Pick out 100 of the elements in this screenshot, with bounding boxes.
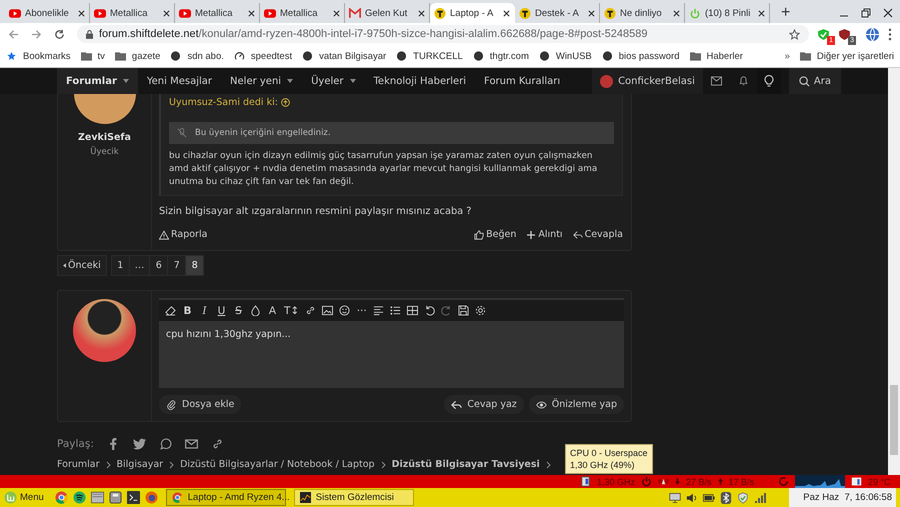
format-button[interactable]: T↕: [284, 304, 300, 316]
browser-tab[interactable]: Laptop - A: [430, 3, 515, 23]
bookmark[interactable]: Diğer yer işaretleri: [800, 50, 894, 62]
table-icon[interactable]: [407, 305, 418, 316]
format-button[interactable]: A: [267, 304, 278, 316]
previous-page-button[interactable]: Önceki: [57, 255, 107, 276]
new-tab-button[interactable]: +: [775, 3, 796, 23]
quote-link[interactable]: Alıntı: [526, 229, 563, 240]
page-button[interactable]: …: [130, 255, 150, 276]
twitter-icon[interactable]: [132, 438, 146, 450]
quote-author[interactable]: Uyumsuz-Sami dedi ki:: [169, 97, 614, 108]
shield-check-icon[interactable]: [737, 492, 750, 504]
system-monitor-graph[interactable]: [795, 475, 846, 488]
terminal-icon[interactable]: [126, 491, 140, 504]
bookmark[interactable]: vatan Bilgisayar: [302, 50, 386, 62]
close-icon[interactable]: [418, 10, 425, 16]
address-field[interactable]: forum.shiftdelete.net/konular/amd-ryzen-4800h-intel-i7-9750h-sizce-hangisi-alalim.662688/page-8#post-5248589: [77, 25, 809, 43]
breadcrumb-link[interactable]: Forumlar: [57, 459, 100, 470]
bookmark[interactable]: gazete: [114, 50, 160, 62]
close-icon[interactable]: [163, 10, 170, 16]
bookmark[interactable]: TURKCELL: [396, 50, 463, 62]
chrome-icon[interactable]: [54, 491, 68, 504]
taskbar-window-button[interactable]: Sistem Gözlemcisi: [294, 489, 414, 506]
firefox-icon[interactable]: [144, 491, 158, 504]
author-name[interactable]: ZevkiSefa: [78, 132, 131, 143]
format-button[interactable]: S: [233, 304, 244, 316]
bookmark[interactable]: WinUSB: [538, 50, 592, 62]
user-menu[interactable]: ConfickerBelasi: [592, 68, 703, 94]
bookmark[interactable]: tv: [80, 50, 105, 62]
eraser-icon[interactable]: [165, 305, 176, 316]
more-button[interactable]: ···: [356, 304, 368, 316]
drop-icon[interactable]: [250, 305, 261, 316]
network-icon[interactable]: [658, 476, 670, 487]
close-icon[interactable]: [78, 10, 85, 16]
volume-icon[interactable]: [686, 492, 698, 504]
nav-tab[interactable]: Forumlar: [57, 68, 138, 94]
format-button[interactable]: I: [199, 304, 210, 316]
drive-icon[interactable]: [108, 491, 122, 504]
back-icon[interactable]: [8, 28, 19, 40]
battery-icon[interactable]: [703, 492, 716, 504]
bookmark[interactable]: sdn abo.: [170, 50, 224, 62]
bookmark[interactable]: speedtest: [234, 50, 292, 62]
reply-input-field[interactable]: cpu hızını 1,30ghz yapın...: [159, 321, 624, 388]
file-manager-icon[interactable]: [90, 491, 104, 504]
music-app-icon[interactable]: [72, 491, 86, 504]
image-icon[interactable]: [322, 305, 334, 316]
preview-button[interactable]: Önizleme yap: [528, 395, 624, 414]
menu-icon[interactable]: [888, 28, 892, 40]
mail-icon[interactable]: [184, 438, 198, 450]
close-icon[interactable]: [883, 8, 893, 18]
forward-icon[interactable]: [31, 28, 42, 40]
power-icon[interactable]: [641, 476, 652, 487]
breadcrumb-link[interactable]: Bilgisayar: [116, 459, 164, 470]
search-button[interactable]: Ara: [788, 68, 841, 94]
nav-tab[interactable]: Forum Kuralları: [475, 68, 570, 94]
nav-tab[interactable]: Yeni Mesajlar: [138, 68, 222, 94]
save-icon[interactable]: [458, 305, 470, 316]
post-reply-button[interactable]: Cevap yaz: [444, 395, 524, 414]
report-link[interactable]: Raporla: [159, 229, 208, 240]
list-icon[interactable]: [390, 305, 402, 316]
refresh-icon[interactable]: [778, 476, 790, 487]
breadcrumb-link[interactable]: Dizüstü Bilgisayar Tavsiyesi: [392, 459, 540, 470]
reply-link[interactable]: Cevapla: [572, 229, 623, 240]
display-icon[interactable]: [669, 492, 682, 504]
undo-icon[interactable]: [424, 305, 436, 316]
nav-tab[interactable]: Üyeler: [302, 68, 365, 94]
scrollbar[interactable]: [888, 68, 900, 475]
bookmark[interactable]: Haberler: [690, 50, 743, 62]
close-icon[interactable]: [333, 10, 340, 16]
restore-icon[interactable]: [861, 8, 871, 18]
page-button[interactable]: 6: [150, 255, 168, 276]
bookmark[interactable]: thgtr.com: [472, 50, 529, 62]
star-icon[interactable]: [789, 28, 800, 40]
link-icon[interactable]: [210, 438, 224, 450]
link-icon[interactable]: [305, 305, 316, 316]
page-button[interactable]: 7: [168, 255, 186, 276]
shield-icon[interactable]: [838, 28, 851, 40]
reload-icon[interactable]: [54, 28, 65, 40]
close-icon[interactable]: [758, 10, 765, 16]
page-button[interactable]: 8: [186, 255, 204, 276]
mail-icon[interactable]: [710, 76, 722, 86]
close-icon[interactable]: [588, 10, 595, 16]
thermometer-icon[interactable]: [851, 476, 862, 487]
like-link[interactable]: Beğen: [474, 229, 516, 240]
settings-icon[interactable]: [475, 305, 486, 316]
bell-icon[interactable]: [738, 76, 749, 86]
shield-check-icon[interactable]: [817, 28, 830, 40]
nav-tab[interactable]: Neler yeni: [221, 68, 302, 94]
more-bookmarks-button[interactable]: »: [784, 50, 790, 62]
close-icon[interactable]: [248, 10, 255, 16]
breadcrumb-link[interactable]: Dizüstü Bilgisayarlar / Notebook / Laptop: [180, 459, 375, 470]
format-button[interactable]: B: [182, 304, 193, 316]
chat-bubble-icon[interactable]: [158, 438, 172, 450]
signal-icon[interactable]: [754, 492, 766, 504]
redo-icon[interactable]: [441, 305, 452, 316]
smiley-icon[interactable]: [339, 305, 350, 316]
bookmark[interactable]: bios password: [602, 50, 680, 62]
bookmark[interactable]: Bookmarks: [6, 50, 71, 62]
page-button[interactable]: 1: [110, 255, 130, 276]
start-menu-button[interactable]: Menu: [4, 491, 44, 504]
